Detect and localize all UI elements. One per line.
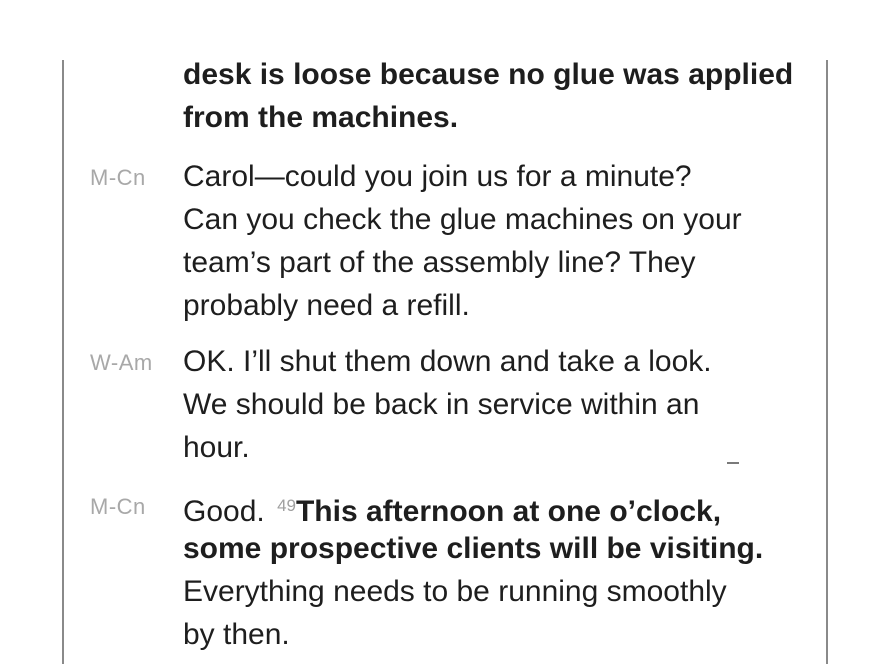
- text-line: probably need a refill.: [183, 284, 823, 327]
- text-line: We should be back in service within an: [183, 383, 823, 426]
- right-margin-rule: [826, 60, 828, 664]
- bold-answer-text: from the machines.: [183, 101, 459, 134]
- speaker-label: W-Am: [90, 350, 153, 375]
- dialogue-text: Good. 49This afternoon at one o’clock, so…: [183, 484, 823, 656]
- text-line: desk is loose because no glue was applie…: [183, 53, 823, 96]
- dialogue-segment: Good.: [183, 495, 274, 528]
- dialogue-segment: hour.: [183, 431, 250, 464]
- question-number: 49: [277, 496, 296, 515]
- dialogue-segment: We should be back in service within an: [183, 388, 700, 421]
- speaker-label: M-Cn: [90, 494, 146, 519]
- text-line: Good. 49This afternoon at one o’clock,: [183, 484, 823, 528]
- dialogue-segment: Carol—could you join us for a minute?: [183, 160, 692, 193]
- text-line: Carol—could you join us for a minute?: [183, 155, 823, 198]
- dialogue-segment: Everything needs to be running smoothly: [183, 575, 727, 608]
- left-margin-rule: [62, 60, 64, 664]
- speaker-label: M-Cn: [90, 165, 146, 190]
- text-line: team’s part of the assembly line? They: [183, 241, 823, 284]
- dialogue-segment: probably need a refill.: [183, 289, 470, 322]
- bold-answer-text: some prospective clients will be visitin…: [183, 532, 764, 565]
- dialogue-text: OK. I’ll shut them down and take a look.…: [183, 340, 823, 469]
- text-line: some prospective clients will be visitin…: [183, 527, 823, 570]
- text-line: Everything needs to be running smoothly: [183, 570, 823, 613]
- text-line: by then.: [183, 613, 823, 656]
- text-line: Can you check the glue machines on your: [183, 198, 823, 241]
- dialogue-segment: OK. I’ll shut them down and take a look.: [183, 345, 712, 378]
- text-line: hour.: [183, 426, 823, 469]
- dialogue-segment: Can you check the glue machines on your: [183, 203, 742, 236]
- dialogue-segment: team’s part of the assembly line? They: [183, 246, 696, 279]
- text-line: from the machines.: [183, 96, 823, 139]
- bold-answer-text: desk is loose because no glue was applie…: [183, 58, 794, 91]
- dialogue-text: Carol—could you join us for a minute? Can…: [183, 155, 823, 327]
- dialogue-segment: by then.: [183, 618, 290, 651]
- dialogue-text: desk is loose because no glue was applie…: [183, 53, 823, 139]
- bold-answer-text: This afternoon at one o’clock,: [295, 495, 722, 528]
- text-line: OK. I’ll shut them down and take a look.: [183, 340, 823, 383]
